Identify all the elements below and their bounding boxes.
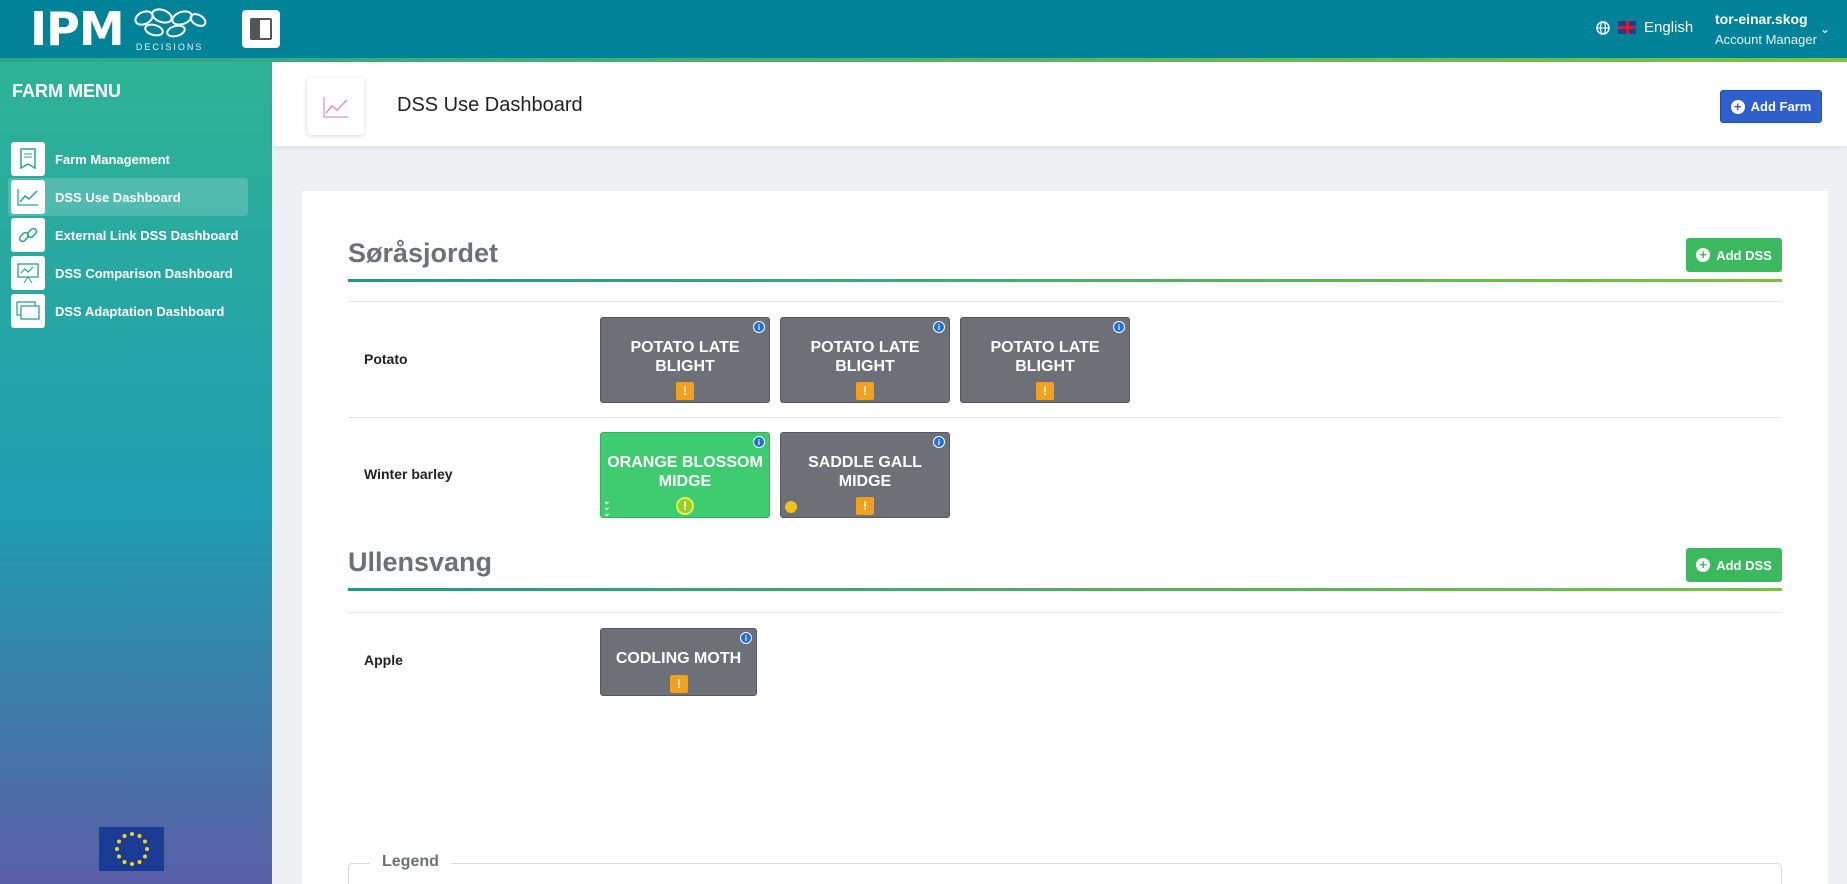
- user-name: tor-einar.skog: [1715, 11, 1808, 27]
- legend-box: [348, 863, 1782, 884]
- sidebar-item-label: Farm Management: [55, 151, 170, 167]
- plus-circle-icon: +: [1696, 248, 1711, 262]
- dss-name: ORANGE BLOSSOM MIDGE: [607, 454, 763, 490]
- dss-tile[interactable]: i ORANGE BLOSSOM MIDGE ! ⌄ ⌄ ⌄: [600, 432, 770, 518]
- crop-label: Winter barley: [364, 466, 453, 482]
- warning-icon: !: [856, 382, 874, 400]
- plus-circle-icon: +: [1696, 558, 1711, 572]
- sidebar-item-dss-use-dashboard[interactable]: DSS Use Dashboard: [8, 178, 248, 216]
- add-dss-button[interactable]: + Add DSS: [1686, 548, 1782, 582]
- dss-tile[interactable]: i POTATO LATE BLIGHT !: [600, 317, 770, 403]
- warning-icon: !: [856, 497, 874, 515]
- language-selector[interactable]: English: [1596, 19, 1693, 36]
- sidebar-toggle-button[interactable]: [242, 10, 280, 48]
- add-dss-label: Add DSS: [1716, 557, 1772, 573]
- dss-name: POTATO LATE BLIGHT: [990, 339, 1100, 375]
- sidebar-item-label: DSS Adaptation Dashboard: [55, 303, 225, 319]
- sidebar-item-external-link-dss-dashboard[interactable]: External Link DSS Dashboard: [8, 216, 248, 254]
- warning-icon: !: [1036, 382, 1054, 400]
- info-icon[interactable]: i: [740, 632, 752, 644]
- farms-card: Søråsjordet + Add DSS Potato i POTATO LA…: [302, 191, 1828, 884]
- windows-icon: [11, 294, 45, 328]
- logo-subtext: DECISIONS: [135, 42, 204, 52]
- plus-circle-icon: +: [1730, 99, 1745, 114]
- farm-title: Søråsjordet: [348, 238, 499, 268]
- sidebar-item-label: DSS Comparison Dashboard: [55, 265, 233, 281]
- presentation-icon: [11, 256, 45, 290]
- language-label: English: [1644, 19, 1694, 36]
- dss-name: POTATO LATE BLIGHT: [810, 339, 920, 375]
- info-icon[interactable]: i: [753, 436, 765, 448]
- line-chart-icon: [11, 180, 45, 214]
- sidebar-title: FARM MENU: [12, 81, 121, 101]
- sidebar-item-farm-management[interactable]: Farm Management: [8, 140, 248, 178]
- info-icon[interactable]: i: [1113, 321, 1125, 333]
- user-role: Account Manager: [1715, 32, 1817, 47]
- top-bar: IPM DECISIONS English tor-einar.skog Acc…: [0, 0, 1847, 58]
- sidebar-item-label: External Link DSS Dashboard: [55, 227, 239, 243]
- dss-tile[interactable]: i POTATO LATE BLIGHT !: [780, 317, 950, 403]
- row-divider: [348, 417, 1782, 418]
- info-icon[interactable]: i: [933, 321, 945, 333]
- warning-icon: !: [670, 675, 688, 693]
- clock-icon: [785, 501, 797, 513]
- link-icon: [11, 218, 45, 252]
- crop-label: Potato: [364, 351, 408, 367]
- ipm-decisions-logo[interactable]: IPM DECISIONS: [30, 6, 208, 52]
- sidebar-item-label: DSS Use Dashboard: [55, 189, 181, 205]
- dss-tile[interactable]: i SADDLE GALL MIDGE !: [780, 432, 950, 518]
- dss-name: POTATO LATE BLIGHT: [630, 339, 740, 375]
- legend-title: Legend: [370, 853, 451, 871]
- logo-leaves-icon: DECISIONS: [132, 6, 208, 52]
- warning-icon: !: [676, 382, 694, 400]
- info-icon[interactable]: i: [933, 436, 945, 448]
- user-menu[interactable]: tor-einar.skog Account Manager: [1715, 11, 1817, 47]
- sidebar-item-dss-adaptation-dashboard[interactable]: DSS Adaptation Dashboard: [8, 292, 248, 330]
- dss-tile[interactable]: i POTATO LATE BLIGHT !: [960, 317, 1130, 403]
- add-farm-label: Add Farm: [1750, 99, 1812, 114]
- line-chart-icon: [307, 78, 364, 135]
- dss-tile[interactable]: i CODLING MOTH !: [600, 628, 757, 696]
- add-dss-label: Add DSS: [1716, 247, 1772, 263]
- row-divider: [348, 612, 1782, 613]
- crop-label: Apple: [364, 652, 403, 668]
- page-header: DSS Use Dashboard + Add Farm: [272, 62, 1847, 146]
- add-dss-button[interactable]: + Add DSS: [1686, 238, 1782, 272]
- eu-flag-icon: [99, 827, 164, 871]
- alert-circle-icon: !: [676, 497, 694, 515]
- row-divider: [348, 301, 1782, 302]
- sidebar-toggle-icon: [250, 18, 272, 40]
- dss-name: CODLING MOTH: [615, 650, 742, 667]
- farm-title: Ullensvang: [348, 547, 493, 577]
- uk-flag-icon: [1618, 21, 1636, 34]
- dss-name: SADDLE GALL MIDGE: [808, 454, 922, 490]
- bookmark-icon: [11, 142, 45, 176]
- globe-icon: [1596, 20, 1610, 35]
- logo-text: IPM: [30, 2, 125, 56]
- chevron-down-icon[interactable]: ⌄: [1820, 22, 1830, 36]
- info-icon[interactable]: i: [753, 321, 765, 333]
- farm-divider: [348, 279, 1782, 282]
- farm-divider: [348, 588, 1782, 591]
- chevrons-down-icon: ⌄ ⌄ ⌄: [603, 496, 611, 518]
- sidebar: FARM MENU Farm Management DSS Use Dashbo…: [0, 62, 272, 884]
- add-farm-button[interactable]: + Add Farm: [1720, 90, 1822, 123]
- page-title: DSS Use Dashboard: [397, 94, 583, 116]
- sidebar-item-dss-comparison-dashboard[interactable]: DSS Comparison Dashboard: [8, 254, 248, 292]
